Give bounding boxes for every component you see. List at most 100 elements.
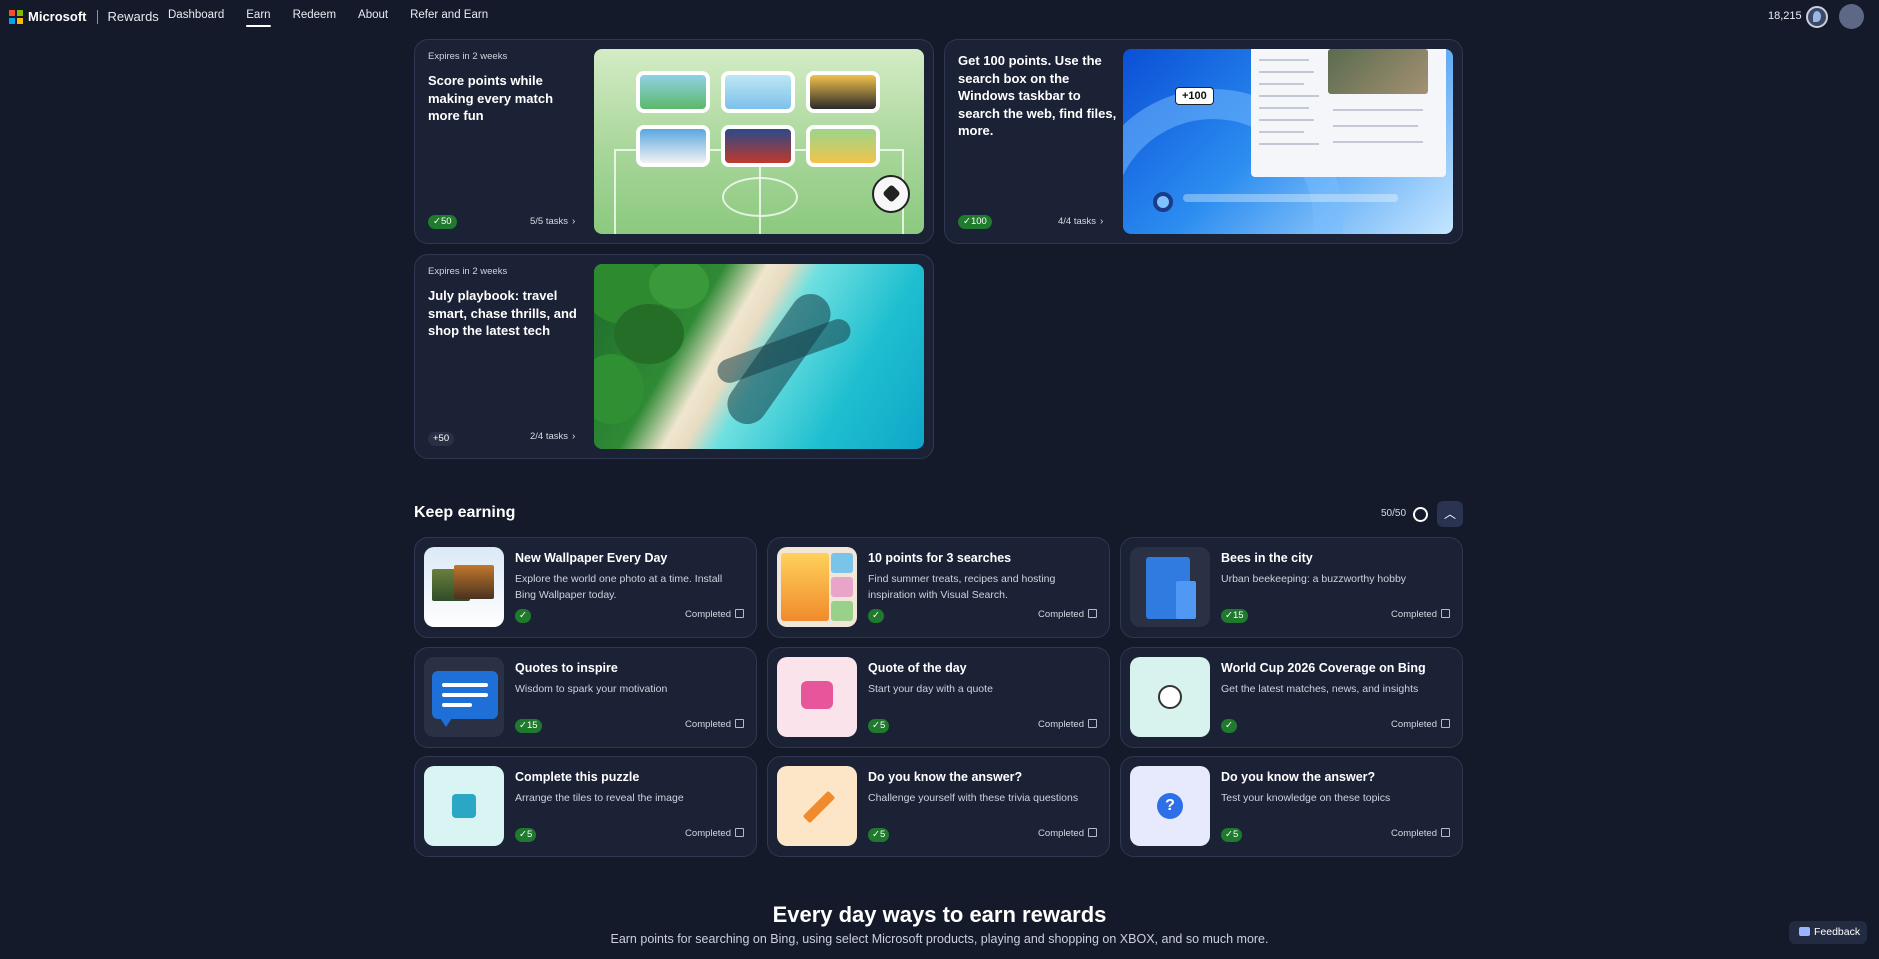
promo-points-badge: ✓100 <box>958 215 992 229</box>
every-day-subtitle: Earn points for searching on Bing, using… <box>610 932 1269 946</box>
task-points-badge: ✓ <box>868 609 884 623</box>
task-description: Get the latest matches, news, and insigh… <box>1221 683 1419 695</box>
panel-line <box>1259 119 1314 121</box>
task-description: Find summer treats, recipes and hosting … <box>868 573 1056 601</box>
chevron-up-icon: ︿ <box>1443 507 1456 521</box>
brand-divider <box>96 9 98 24</box>
question-mark-icon: ? <box>1130 766 1210 846</box>
external-link-icon <box>1441 609 1450 618</box>
nav-redeem[interactable]: Redeem <box>293 9 336 21</box>
promo-tasks-link[interactable]: 5/5 tasks › <box>530 216 575 227</box>
image-tile <box>721 71 795 113</box>
brand-microsoft: Microsoft <box>28 9 87 24</box>
panel-line <box>1259 83 1304 85</box>
nav-refer-and-earn[interactable]: Refer and Earn <box>410 9 488 21</box>
panel-line <box>1333 125 1418 127</box>
task-status-label: Completed <box>685 719 731 730</box>
feedback-icon <box>1799 927 1810 936</box>
promo-tasks-label: 2/4 tasks <box>530 431 569 442</box>
image-tile <box>721 125 795 167</box>
task-card-quiz[interactable]: ? Do you know the answer? Test your know… <box>1120 756 1463 857</box>
task-title: Do you know the answer? <box>1221 770 1376 784</box>
task-card-bees[interactable]: Bees in the city Urban beekeeping: a buz… <box>1120 537 1463 638</box>
panel-photo <box>1328 49 1428 94</box>
task-points-badge: ✓5 <box>868 719 890 733</box>
speech-bubble-icon <box>424 657 504 737</box>
nav-earn[interactable]: Earn <box>246 9 271 27</box>
nav-about[interactable]: About <box>358 9 388 21</box>
collapse-button[interactable]: ︿ <box>1437 501 1463 527</box>
promo-tasks-label: 4/4 tasks <box>1058 216 1097 227</box>
task-description: Challenge yourself with these trivia que… <box>868 792 1079 804</box>
panel-line <box>1259 59 1309 61</box>
nav-dashboard[interactable]: Dashboard <box>168 9 224 21</box>
building-icon <box>1130 547 1210 627</box>
task-description: Start your day with a quote <box>868 683 993 695</box>
promo-expiry: Expires in 2 weeks <box>428 51 508 62</box>
task-status-label: Completed <box>1038 719 1084 730</box>
panel-line <box>1259 95 1319 97</box>
task-points-badge: ✓5 <box>515 828 537 842</box>
external-link-icon <box>1441 719 1450 728</box>
task-status-label: Completed <box>685 828 731 839</box>
task-card-trivia[interactable]: Do you know the answer? Challenge yourse… <box>767 756 1110 857</box>
task-card-quotes[interactable]: Quotes to inspire Wisdom to spark your m… <box>414 647 757 748</box>
top-navigation: Microsoft Rewards Dashboard Earn Redeem … <box>0 0 1879 34</box>
task-status-label: Completed <box>1391 609 1437 620</box>
task-description: Wisdom to spark your motivation <box>515 683 668 695</box>
promo-tasks-label: 5/5 tasks <box>530 216 569 227</box>
keep-earning-progress: 50/50 <box>1381 508 1407 519</box>
football-center-circle <box>722 177 798 217</box>
soccer-ball-icon <box>1130 657 1210 737</box>
task-status-label: Completed <box>1391 719 1437 730</box>
promo-image-windows: +100 <box>1123 49 1453 234</box>
task-card-wallpaper[interactable]: New Wallpaper Every Day Explore the worl… <box>414 537 757 638</box>
image-tile <box>806 71 880 113</box>
task-card-puzzle[interactable]: Complete this puzzle Arrange the tiles t… <box>414 756 757 857</box>
task-status: Completed <box>1391 828 1450 839</box>
external-link-icon <box>735 609 744 618</box>
promo-title: Get 100 points. Use the search box on th… <box>958 53 1117 138</box>
task-status: Completed <box>1391 609 1450 620</box>
promo-title: July playbook: travel smart, chase thril… <box>428 288 577 338</box>
panel-line <box>1259 131 1304 133</box>
panel-line <box>1333 109 1423 111</box>
avatar[interactable] <box>1839 4 1864 29</box>
rewards-level-icon[interactable] <box>1806 6 1828 28</box>
task-card-quote-of-day[interactable]: Quote of the day Start your day with a q… <box>767 647 1110 748</box>
points-balance[interactable]: 18,215 <box>1768 10 1802 22</box>
chevron-right-icon: › <box>572 431 576 442</box>
soccer-ball-icon <box>872 175 910 213</box>
task-status-label: Completed <box>685 609 731 620</box>
task-description: Test your knowledge on these topics <box>1221 792 1391 804</box>
promo-card-july-playbook[interactable]: Expires in 2 weeks July playbook: travel… <box>414 254 934 459</box>
brand-logo[interactable]: Microsoft Rewards <box>9 9 159 24</box>
promo-tasks-link[interactable]: 2/4 tasks › <box>530 431 575 442</box>
task-status: Completed <box>685 719 744 730</box>
pencil-icon <box>777 766 857 846</box>
brand-rewards: Rewards <box>107 9 159 24</box>
palm-tree <box>649 264 709 309</box>
chevron-right-icon: › <box>572 216 576 227</box>
panel-line <box>1259 71 1314 73</box>
task-status: Completed <box>1038 609 1097 620</box>
promo-image-beach <box>594 264 924 449</box>
promo-card-football[interactable]: Expires in 2 weeks Score points while ma… <box>414 39 934 244</box>
task-card-world-cup[interactable]: World Cup 2026 Coverage on Bing Get the … <box>1120 647 1463 748</box>
palm-tree <box>594 354 644 424</box>
visual-search-icon <box>777 547 857 627</box>
panel-line <box>1333 141 1423 143</box>
task-description: Urban beekeeping: a buzzworthy hobby <box>1221 573 1407 585</box>
feedback-button[interactable]: Feedback <box>1789 921 1867 944</box>
wallpaper-icon <box>424 547 504 627</box>
task-card-3-searches[interactable]: 10 points for 3 searches Find summer tre… <box>767 537 1110 638</box>
promo-card-windows-search[interactable]: Get 100 points. Use the search box on th… <box>944 39 1463 244</box>
task-status-label: Completed <box>1038 609 1084 620</box>
task-title: Bees in the city <box>1221 551 1313 565</box>
task-points-badge: ✓5 <box>1221 828 1243 842</box>
promo-tasks-link[interactable]: 4/4 tasks › <box>1058 216 1103 227</box>
image-tile <box>806 125 880 167</box>
promo-image-football <box>594 49 924 234</box>
panel-line <box>1259 107 1309 109</box>
image-tile <box>636 125 710 167</box>
